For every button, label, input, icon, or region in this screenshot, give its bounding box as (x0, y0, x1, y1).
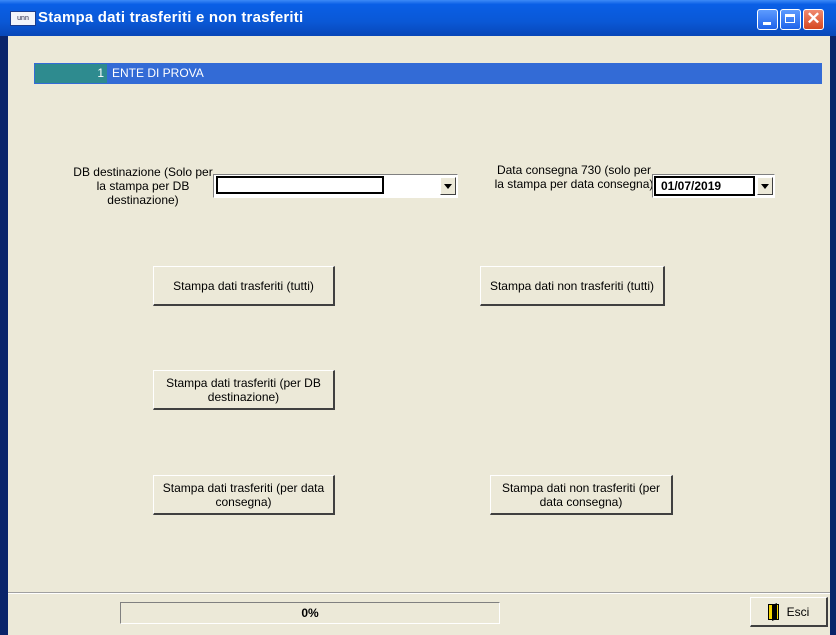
maximize-button[interactable] (780, 9, 801, 30)
ente-code-field[interactable]: 1 (35, 64, 107, 83)
stampa-trasferiti-data-button[interactable]: Stampa dati trasferiti (per data consegn… (153, 475, 335, 515)
stampa-non-trasferiti-tutti-button[interactable]: Stampa dati non trasferiti (tutti) (480, 266, 665, 306)
status-divider-highlight (8, 593, 830, 594)
data-consegna-picker[interactable]: 01/07/2019 (652, 174, 775, 198)
window-title: Stampa dati trasferiti e non trasferiti (38, 9, 304, 26)
minimize-button[interactable] (757, 9, 778, 30)
close-icon: ✕ (806, 9, 821, 28)
db-destinazione-select[interactable] (213, 174, 458, 198)
db-destinazione-label: DB destinazione (Solo per la stampa per … (73, 165, 213, 207)
title-bar[interactable]: unn Stampa dati trasferiti e non trasfer… (0, 0, 836, 36)
stampa-trasferiti-tutti-button[interactable]: Stampa dati trasferiti (tutti) (153, 266, 335, 306)
app-icon[interactable]: unn (10, 11, 36, 26)
data-consegna-label: Data consegna 730 (solo per la stampa pe… (494, 163, 654, 191)
esci-label: Esci (786, 604, 810, 619)
progress-bar: 0% (120, 602, 500, 624)
db-destinazione-input[interactable] (216, 176, 384, 194)
dialog-body: 1 ENTE DI PROVA DB destinazione (Solo pe… (8, 36, 830, 635)
ente-name: ENTE DI PROVA (112, 66, 204, 80)
data-consegna-input[interactable]: 01/07/2019 (654, 176, 755, 196)
esci-button[interactable]: Esci (750, 597, 828, 627)
chevron-down-icon[interactable] (757, 177, 773, 195)
stampa-trasferiti-db-button[interactable]: Stampa dati trasferiti (per DB destinazi… (153, 370, 335, 410)
progress-text: 0% (301, 606, 319, 620)
app-window: unn Stampa dati trasferiti e non trasfer… (0, 0, 836, 635)
stampa-non-trasferiti-data-button[interactable]: Stampa dati non trasferiti (per data con… (490, 475, 673, 515)
exit-door-icon (767, 603, 779, 620)
chevron-down-icon[interactable] (440, 177, 456, 195)
close-button[interactable]: ✕ (803, 9, 824, 30)
